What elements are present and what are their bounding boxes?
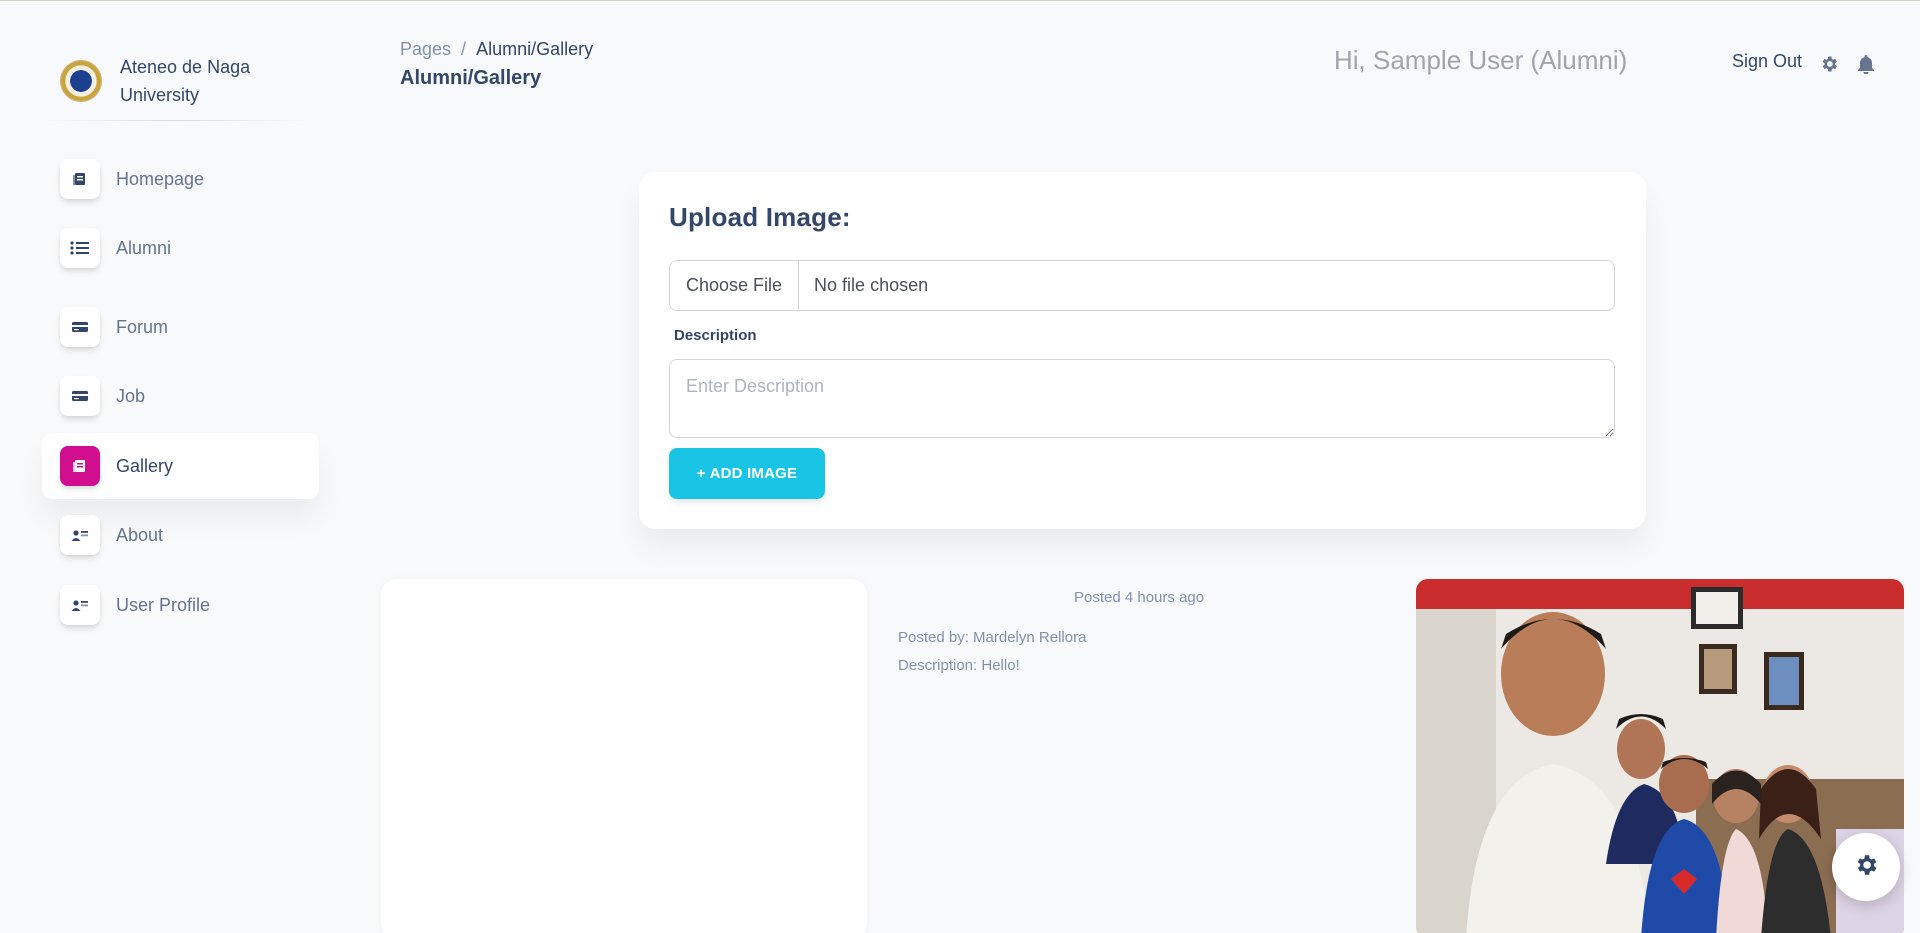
post-description: Description: Hello! [898,657,1020,674]
sidebar-item-about[interactable]: About [42,502,319,568]
sidebar-item-label: About [116,524,164,545]
gallery-photo[interactable] [1416,579,1904,933]
floating-settings-button[interactable] [1832,833,1900,901]
sidebar-item-label: Forum [116,316,169,337]
sidebar-item-gallery[interactable]: Gallery [42,433,319,499]
list-icon [60,228,100,268]
gear-icon [1853,852,1879,883]
add-image-button[interactable]: + ADD IMAGE [669,448,825,499]
gallery-card-blank [381,579,867,933]
description-textarea[interactable] [669,359,1615,438]
user-card-icon [60,585,100,625]
file-status: No file chosen [814,275,929,295]
choose-file-button[interactable]: Choose File [670,261,800,310]
user-greeting: Hi, Sample User (Alumni) [1334,45,1628,75]
page-title: Alumni/Gallery [400,67,542,89]
sidebar-item-label: Alumni [116,237,172,258]
sidebar-item-label: Gallery [116,455,174,476]
credit-card-icon [60,307,100,347]
breadcrumb-current: Alumni/Gallery [476,39,594,59]
document-icon [60,159,100,199]
sidebar-item-label: Job [116,385,146,406]
file-upload-input[interactable]: Choose File No file chosen [669,260,1615,311]
breadcrumb-separator: / [461,39,467,59]
breadcrumb-root-link[interactable]: Pages [400,39,451,60]
university-seal-logo [60,60,102,102]
bell-icon[interactable] [1855,53,1877,75]
brand[interactable]: Ateneo de Naga University [60,53,270,109]
document-icon [60,446,100,486]
post-timestamp: Posted 4 hours ago [1074,589,1205,606]
gear-icon[interactable] [1818,53,1840,75]
upload-title: Upload Image: [669,202,851,232]
user-card-icon [60,515,100,555]
description-label: Description [674,327,757,344]
sidebar-item-forum[interactable]: Forum [42,294,319,360]
sidebar-item-user-profile[interactable]: User Profile [42,572,319,638]
sidebar-divider [40,120,312,121]
breadcrumb: Pages / Alumni/Gallery [400,39,593,60]
post-author: Posted by: Mardelyn Rellora [898,629,1087,646]
sidebar-item-label: User Profile [116,594,211,615]
brand-name: Ateneo de Naga University [120,57,251,105]
sidebar-item-label: Homepage [116,168,205,189]
sidebar-item-alumni[interactable]: Alumni [42,215,319,281]
credit-card-icon [60,376,100,416]
sidebar-item-job[interactable]: Job [42,363,319,429]
sign-out-link[interactable]: Sign Out [1732,51,1802,72]
upload-image-card: Upload Image: Choose File No file chosen… [639,172,1646,529]
sidebar: Ateneo de Naga University Homepage Alumn… [0,1,335,933]
sidebar-item-homepage[interactable]: Homepage [42,146,319,212]
